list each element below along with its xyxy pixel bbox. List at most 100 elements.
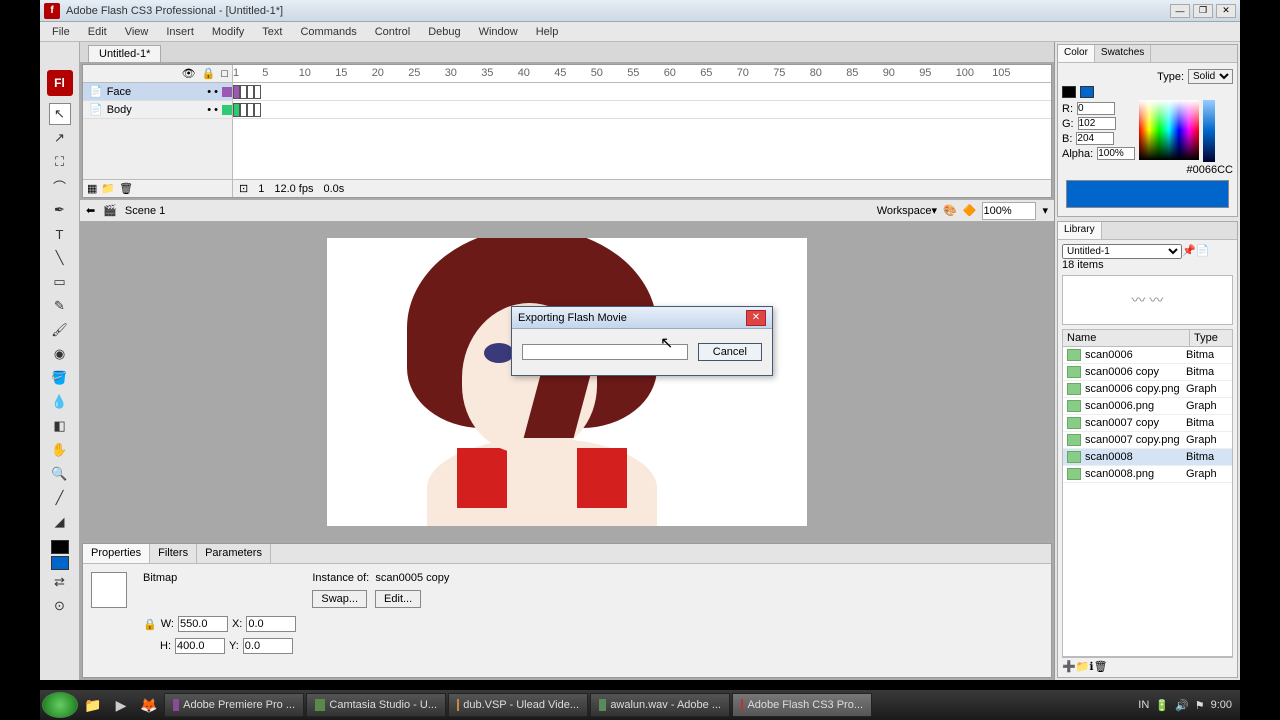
timeline-ruler[interactable]: 1510152025303540455055606570758085909510… — [233, 65, 1051, 82]
dialog-titlebar[interactable]: Exporting Flash Movie ✕ — [512, 307, 772, 329]
hex-value[interactable]: #0066CC — [1187, 164, 1233, 176]
eyedropper-tool[interactable]: 💧 — [49, 391, 71, 413]
line-tool[interactable]: ╲ — [49, 247, 71, 269]
media-player-icon[interactable]: ▶ — [108, 694, 134, 716]
col-type[interactable]: Type — [1190, 330, 1232, 346]
library-item[interactable]: scan0006Bitma — [1063, 347, 1232, 364]
stroke-color-swatch[interactable] — [51, 540, 69, 554]
library-item[interactable]: scan0006 copyBitma — [1063, 364, 1232, 381]
menu-control[interactable]: Control — [367, 24, 418, 40]
subselection-tool[interactable]: ↗ — [49, 127, 71, 149]
zoom-tool[interactable]: 🔍 — [49, 463, 71, 485]
edit-symbol-icon[interactable]: 🔶 — [963, 204, 977, 217]
tab-swatches[interactable]: Swatches — [1095, 45, 1151, 62]
swap-colors-icon[interactable]: ⇄ — [49, 571, 71, 593]
ink-bottle-tool[interactable]: ◉ — [49, 343, 71, 365]
text-tool[interactable]: T — [49, 223, 71, 245]
tray-icon[interactable]: ⚑ — [1195, 699, 1205, 712]
menu-window[interactable]: Window — [471, 24, 526, 40]
col-name[interactable]: Name — [1063, 330, 1190, 346]
eraser-tool[interactable]: ◧ — [49, 415, 71, 437]
fill-tool[interactable]: ◢ — [49, 511, 71, 533]
taskbar-item[interactable]: Camtasia Studio - U... — [306, 693, 446, 717]
taskbar-item[interactable]: dub.VSP - Ulead Vide... — [448, 693, 588, 717]
brush-tool[interactable]: 🖌 — [49, 319, 71, 341]
edit-button[interactable]: Edit... — [375, 590, 421, 608]
rectangle-tool[interactable]: ▭ — [49, 271, 71, 293]
menu-text[interactable]: Text — [254, 24, 290, 40]
new-folder-icon[interactable]: 📁 — [1076, 661, 1090, 673]
width-field[interactable] — [178, 616, 228, 632]
new-symbol-icon[interactable]: ➕ — [1062, 661, 1076, 673]
zoom-field[interactable] — [982, 202, 1036, 220]
menu-modify[interactable]: Modify — [204, 24, 252, 40]
stroke-tool[interactable]: ╱ — [49, 487, 71, 509]
fill-swatch[interactable] — [1080, 86, 1094, 98]
stage-area[interactable] — [80, 222, 1054, 541]
back-icon[interactable]: ⬅ — [86, 204, 95, 217]
snap-option-icon[interactable]: ⊙ — [49, 595, 71, 617]
pin-icon[interactable]: 📌 — [1182, 245, 1196, 257]
scene-name[interactable]: Scene 1 — [125, 205, 165, 217]
edit-scene-icon[interactable]: 🎨 — [943, 204, 957, 217]
library-item[interactable]: scan0006 copy.pngGraph — [1063, 381, 1232, 398]
start-button[interactable] — [42, 692, 78, 718]
fill-color-swatch[interactable] — [51, 556, 69, 570]
menu-debug[interactable]: Debug — [420, 24, 468, 40]
x-field[interactable] — [246, 616, 296, 632]
alpha-field[interactable] — [1097, 147, 1135, 160]
dialog-close-button[interactable]: ✕ — [746, 310, 766, 326]
new-lib-icon[interactable]: 📄 — [1196, 245, 1210, 257]
minimize-button[interactable]: — — [1170, 4, 1190, 18]
color-type-select[interactable]: Solid — [1188, 69, 1233, 84]
cancel-button[interactable]: Cancel — [698, 343, 762, 361]
pencil-tool[interactable]: ✎ — [49, 295, 71, 317]
clock[interactable]: 9:00 — [1211, 699, 1232, 711]
library-item[interactable]: scan0006.pngGraph — [1063, 398, 1232, 415]
firefox-icon[interactable]: 🦊 — [136, 694, 162, 716]
properties-icon[interactable]: ℹ — [1089, 661, 1093, 673]
delete-layer-icon[interactable]: 🗑 — [119, 182, 133, 195]
hand-tool[interactable]: ✋ — [49, 439, 71, 461]
library-item[interactable]: scan0008Bitma — [1063, 449, 1232, 466]
tray-icon[interactable]: 🔊 — [1175, 699, 1189, 712]
language-indicator[interactable]: IN — [1138, 699, 1149, 711]
tray-icon[interactable]: 🔋 — [1155, 699, 1169, 712]
paint-bucket-tool[interactable]: 🪣 — [49, 367, 71, 389]
selection-tool[interactable]: ↖ — [49, 103, 71, 125]
pen-tool[interactable]: ✒ — [49, 199, 71, 221]
color-slider[interactable] — [1203, 100, 1215, 162]
menu-help[interactable]: Help — [528, 24, 567, 40]
tab-properties[interactable]: Properties — [83, 544, 150, 563]
library-item[interactable]: scan0008.pngGraph — [1063, 466, 1232, 483]
workspace-selector[interactable]: Workspace▾ — [877, 204, 937, 217]
taskbar-item[interactable]: Adobe Premiere Pro ... — [164, 693, 304, 717]
library-item[interactable]: scan0007 copy.pngGraph — [1063, 432, 1232, 449]
blue-field[interactable] — [1076, 132, 1114, 145]
menu-view[interactable]: View — [117, 24, 157, 40]
menu-commands[interactable]: Commands — [292, 24, 364, 40]
free-transform-tool[interactable]: ⛶ — [49, 151, 71, 173]
tab-color[interactable]: Color — [1058, 45, 1095, 62]
tab-library[interactable]: Library — [1058, 222, 1102, 239]
menu-edit[interactable]: Edit — [80, 24, 115, 40]
menu-file[interactable]: File — [44, 24, 78, 40]
library-item[interactable]: scan0007 copyBitma — [1063, 415, 1232, 432]
green-field[interactable] — [1078, 117, 1116, 130]
library-doc-select[interactable]: Untitled-1 — [1062, 244, 1182, 259]
onion-skin-icon[interactable]: ⊡ — [239, 182, 248, 195]
red-field[interactable] — [1077, 102, 1115, 115]
document-tab[interactable]: Untitled-1* — [88, 45, 161, 62]
new-folder-icon[interactable]: 📁 — [101, 182, 115, 195]
taskbar-item[interactable]: awalun.wav - Adobe ... — [590, 693, 730, 717]
color-ramp[interactable] — [1139, 100, 1199, 160]
lasso-tool[interactable]: ⌒ — [49, 175, 71, 197]
swap-button[interactable]: Swap... — [312, 590, 367, 608]
taskbar-item[interactable]: Adobe Flash CS3 Pro... — [732, 693, 872, 717]
tab-filters[interactable]: Filters — [150, 544, 197, 563]
delete-icon[interactable]: 🗑 — [1094, 661, 1108, 673]
close-button[interactable]: ✕ — [1216, 4, 1236, 18]
menu-insert[interactable]: Insert — [158, 24, 202, 40]
y-field[interactable] — [243, 638, 293, 654]
height-field[interactable] — [175, 638, 225, 654]
